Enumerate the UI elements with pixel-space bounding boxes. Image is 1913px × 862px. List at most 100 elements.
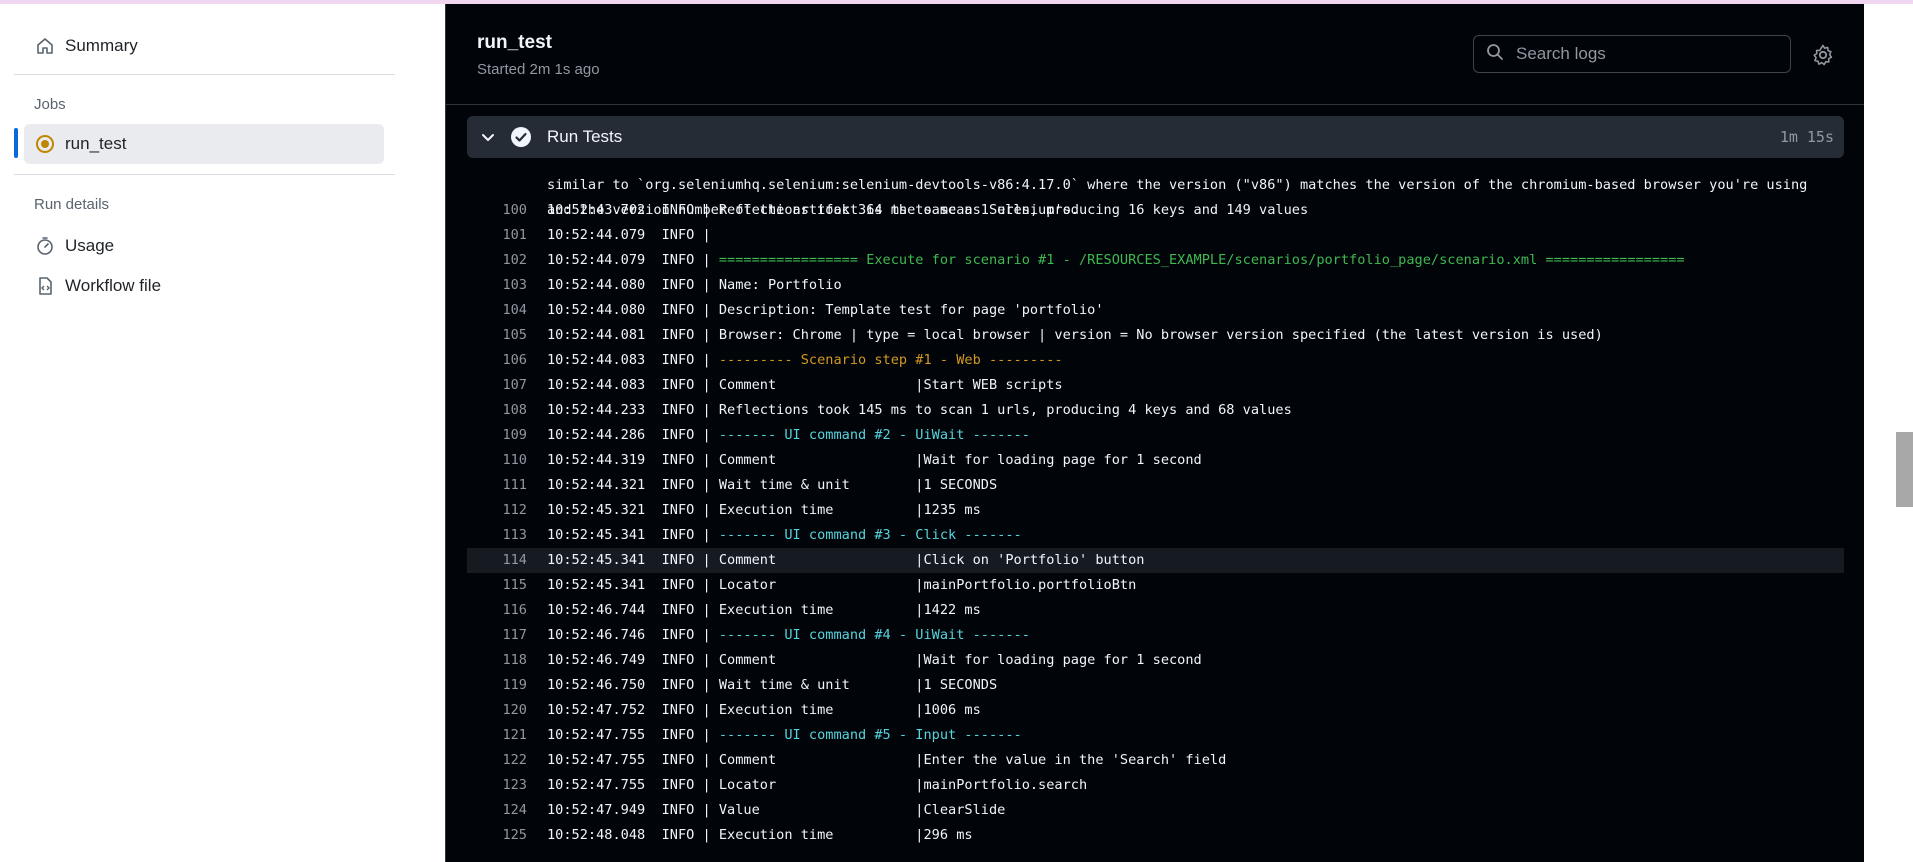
log-prefix: 10:52:44.083 INFO | [547, 352, 719, 368]
log-prefix: 10:52:45.341 INFO | [547, 552, 719, 568]
log-text: 10:52:47.949 INFO | Value |ClearSlide [547, 798, 1005, 823]
line-number[interactable]: 104 [467, 298, 527, 323]
line-number[interactable]: 111 [467, 473, 527, 498]
log-text: 10:52:46.750 INFO | Wait time & unit |1 … [547, 673, 997, 698]
log-text: 10:52:47.755 INFO | Comment |Enter the v… [547, 748, 1226, 773]
log-text: 10:52:43.702 INFO | Reflections took 364… [547, 198, 1308, 223]
log-line[interactable]: 100 10:52:43.702 INFO | Reflections took … [467, 198, 1844, 223]
log-prefix: 10:52:45.321 INFO | [547, 502, 719, 518]
line-number[interactable]: 123 [467, 773, 527, 798]
header-divider [446, 104, 1865, 105]
log-line[interactable]: 122 10:52:47.755 INFO | Comment |Enter th… [467, 748, 1844, 773]
line-number[interactable]: 124 [467, 798, 527, 823]
log-text: 10:52:48.048 INFO | Execution time |296 … [547, 823, 973, 848]
log-line[interactable]: 125 10:52:48.048 INFO | Execution time |2… [467, 823, 1844, 848]
line-number[interactable]: 118 [467, 648, 527, 673]
log-text: 10:52:46.744 INFO | Execution time |1422… [547, 598, 981, 623]
log-line[interactable]: 121 10:52:47.755 INFO | ------- UI comman… [467, 723, 1844, 748]
line-number[interactable]: 117 [467, 623, 527, 648]
log-line[interactable]: 107 10:52:44.083 INFO | Comment |Start WE… [467, 373, 1844, 398]
log-text: 10:52:44.083 INFO | --------- Scenario s… [547, 348, 1063, 373]
search-logs-input[interactable] [1514, 43, 1778, 65]
sidebar: Summary Jobs run_test Run details Usage … [0, 4, 445, 862]
line-number[interactable]: 108 [467, 398, 527, 423]
log-message: Locator |mainPortfolio.search [718, 777, 1088, 793]
file-code-icon [34, 275, 56, 297]
log-prefix: 10:52:45.341 INFO | [547, 527, 719, 543]
sidebar-item-label: run_test [65, 134, 127, 153]
log-line[interactable]: 102 10:52:44.079 INFO | =================… [467, 248, 1844, 273]
log-line[interactable]: 117 10:52:46.746 INFO | ------- UI comman… [467, 623, 1844, 648]
log-line[interactable]: 112 10:52:45.321 INFO | Execution time |1… [467, 498, 1844, 523]
log-message: Comment |Click on 'Portfolio' button [718, 552, 1145, 568]
step-name: Run Tests [547, 127, 623, 146]
log-line[interactable]: 120 10:52:47.752 INFO | Execution time |1… [467, 698, 1844, 723]
log-line[interactable]: 110 10:52:44.319 INFO | Comment |Wait for… [467, 448, 1844, 473]
line-number[interactable]: 116 [467, 598, 527, 623]
log-prefix: 10:52:47.755 INFO | [547, 752, 719, 768]
log-line[interactable]: 114 10:52:45.341 INFO | Comment |Click on… [467, 548, 1844, 573]
log-line[interactable]: 103 10:52:44.080 INFO | Name: Portfolio [467, 273, 1844, 298]
line-number[interactable]: 120 [467, 698, 527, 723]
sidebar-item-summary[interactable]: Summary [24, 26, 384, 66]
log-line[interactable]: 119 10:52:46.750 INFO | Wait time & unit … [467, 673, 1844, 698]
sidebar-item-run-test[interactable]: run_test [24, 124, 384, 164]
line-number[interactable]: 121 [467, 723, 527, 748]
log-message: Execution time |296 ms [718, 827, 973, 843]
log-line[interactable]: 101 10:52:44.079 INFO | [467, 223, 1844, 248]
log-line[interactable]: 123 10:52:47.755 INFO | Locator |mainPort… [467, 773, 1844, 798]
sidebar-item-label: Usage [65, 236, 115, 255]
log-message: ------- UI command #2 - UiWait ------- [718, 427, 1030, 443]
line-number[interactable]: 122 [467, 748, 527, 773]
step-header-run-tests[interactable]: Run Tests 1m 15s [467, 116, 1844, 158]
line-number[interactable]: 100 [467, 198, 527, 223]
log-line[interactable]: 111 10:52:44.321 INFO | Wait time & unit … [467, 473, 1844, 498]
search-logs-box[interactable] [1473, 35, 1791, 73]
log-line[interactable]: 106 10:52:44.083 INFO | --------- Scenari… [467, 348, 1844, 373]
log-line[interactable]: 104 10:52:44.080 INFO | Description: Temp… [467, 298, 1844, 323]
scrollbar-thumb[interactable] [1896, 432, 1913, 507]
line-number[interactable]: 102 [467, 248, 527, 273]
log-text: 10:52:44.319 INFO | Comment |Wait for lo… [547, 448, 1202, 473]
line-number[interactable]: 101 [467, 223, 527, 248]
line-number[interactable]: 112 [467, 498, 527, 523]
log-prefix: 10:52:44.286 INFO | [547, 427, 719, 443]
log-line[interactable]: 118 10:52:46.749 INFO | Comment |Wait for… [467, 648, 1844, 673]
job-title: run_test [477, 32, 552, 53]
log-text: 10:52:44.079 INFO | [547, 223, 719, 248]
log-line[interactable]: 109 10:52:44.286 INFO | ------- UI comman… [467, 423, 1844, 448]
line-number[interactable]: 114 [467, 548, 527, 573]
log-message: Comment |Start WEB scripts [718, 377, 1063, 393]
log-line[interactable]: 108 10:52:44.233 INFO | Reflections took … [467, 398, 1844, 423]
gear-icon[interactable] [1811, 43, 1835, 67]
log-message: Name: Portfolio [718, 277, 842, 293]
log-line[interactable]: 116 10:52:46.744 INFO | Execution time |1… [467, 598, 1844, 623]
log-line[interactable]: 105 10:52:44.081 INFO | Browser: Chrome |… [467, 323, 1844, 348]
log-prefix: 10:52:44.080 INFO | [547, 277, 719, 293]
line-number[interactable]: 106 [467, 348, 527, 373]
log-text: 10:52:47.752 INFO | Execution time |1006… [547, 698, 981, 723]
line-number[interactable]: 109 [467, 423, 527, 448]
line-number[interactable]: 105 [467, 323, 527, 348]
sidebar-item-workflow-file[interactable]: Workflow file [24, 266, 384, 306]
log-prefix: 10:52:47.755 INFO | [547, 777, 719, 793]
log-message: Comment |Wait for loading page for 1 sec… [718, 452, 1202, 468]
line-number[interactable]: 119 [467, 673, 527, 698]
check-circle-icon [510, 126, 532, 148]
line-number[interactable]: 125 [467, 823, 527, 848]
log-prefix: 10:52:46.749 INFO | [547, 652, 719, 668]
log-continuation-line: similar to `org.seleniumhq.selenium:sele… [467, 158, 1844, 193]
sidebar-item-usage[interactable]: Usage [24, 226, 384, 266]
line-number[interactable]: 107 [467, 373, 527, 398]
line-number[interactable]: 113 [467, 523, 527, 548]
line-number[interactable]: 103 [467, 273, 527, 298]
log-line[interactable]: 124 10:52:47.949 INFO | Value |ClearSlide [467, 798, 1844, 823]
line-number[interactable]: 115 [467, 573, 527, 598]
chevron-down-icon[interactable] [479, 128, 497, 146]
log-text: 10:52:47.755 INFO | ------- UI command #… [547, 723, 1022, 748]
log-text: 10:52:44.080 INFO | Name: Portfolio [547, 273, 842, 298]
step-duration: 1m 15s [1779, 128, 1834, 146]
log-line[interactable]: 115 10:52:45.341 INFO | Locator |mainPort… [467, 573, 1844, 598]
line-number[interactable]: 110 [467, 448, 527, 473]
log-line[interactable]: 113 10:52:45.341 INFO | ------- UI comman… [467, 523, 1844, 548]
